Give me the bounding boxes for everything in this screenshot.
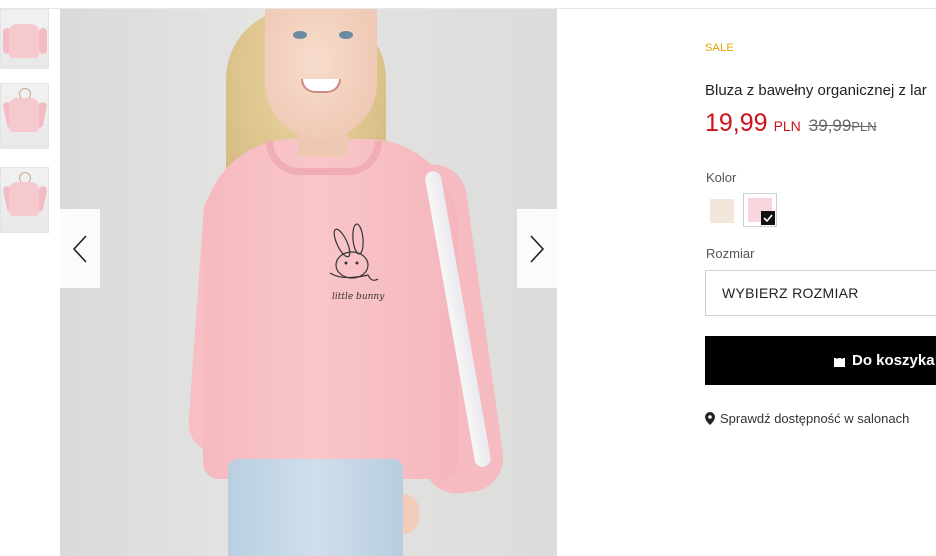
old-currency: PLN — [851, 119, 877, 134]
store-availability-link[interactable]: Sprawdź dostępność w salonach — [705, 411, 909, 426]
product-title: Bluza z bawełny organicznej z lar — [705, 82, 927, 99]
image-collar — [266, 141, 382, 175]
thumb-sweater — [9, 24, 39, 58]
thumb-sweater — [9, 98, 39, 132]
image-eye — [339, 31, 353, 39]
image-jeans — [228, 459, 403, 556]
next-image-button[interactable] — [517, 209, 557, 288]
chevron-left-icon — [72, 234, 87, 263]
location-pin-icon — [705, 412, 715, 425]
chevron-right-icon — [530, 234, 545, 263]
current-price: 19,99 — [705, 109, 768, 137]
thumbnail-3[interactable] — [0, 167, 49, 233]
size-select[interactable]: WYBIERZ ROZMIAR — [705, 270, 936, 316]
old-price: 39,99 — [808, 116, 852, 135]
color-swatch-pink[interactable] — [743, 193, 777, 227]
price-row: 19,99 PLN 39,99PLN — [705, 109, 877, 138]
thumb-sweater — [9, 182, 39, 216]
add-to-cart-label: Do koszyka — [852, 352, 935, 369]
size-label: Rozmiar — [706, 246, 755, 261]
bunny-print-icon: little bunny — [329, 223, 385, 302]
image-eye — [293, 31, 307, 39]
prev-image-button[interactable] — [60, 209, 100, 288]
thumbnail-2[interactable] — [0, 83, 49, 149]
store-availability-label: Sprawdź dostępność w salonach — [720, 411, 910, 426]
thumb-sleeve — [39, 28, 47, 54]
current-currency: PLN — [773, 118, 801, 134]
shopping-bag-icon — [834, 353, 845, 367]
add-to-cart-button[interactable]: Do koszyka — [705, 336, 936, 385]
thumbnail-1[interactable] — [0, 9, 49, 69]
image-face — [265, 9, 377, 139]
check-icon — [761, 211, 775, 225]
color-swatch-beige[interactable] — [710, 199, 734, 223]
bunny-print-text: little bunny — [332, 292, 385, 302]
color-label: Kolor — [706, 170, 737, 185]
main-product-image[interactable]: little bunny — [60, 9, 557, 556]
sale-badge: SALE — [705, 42, 734, 54]
